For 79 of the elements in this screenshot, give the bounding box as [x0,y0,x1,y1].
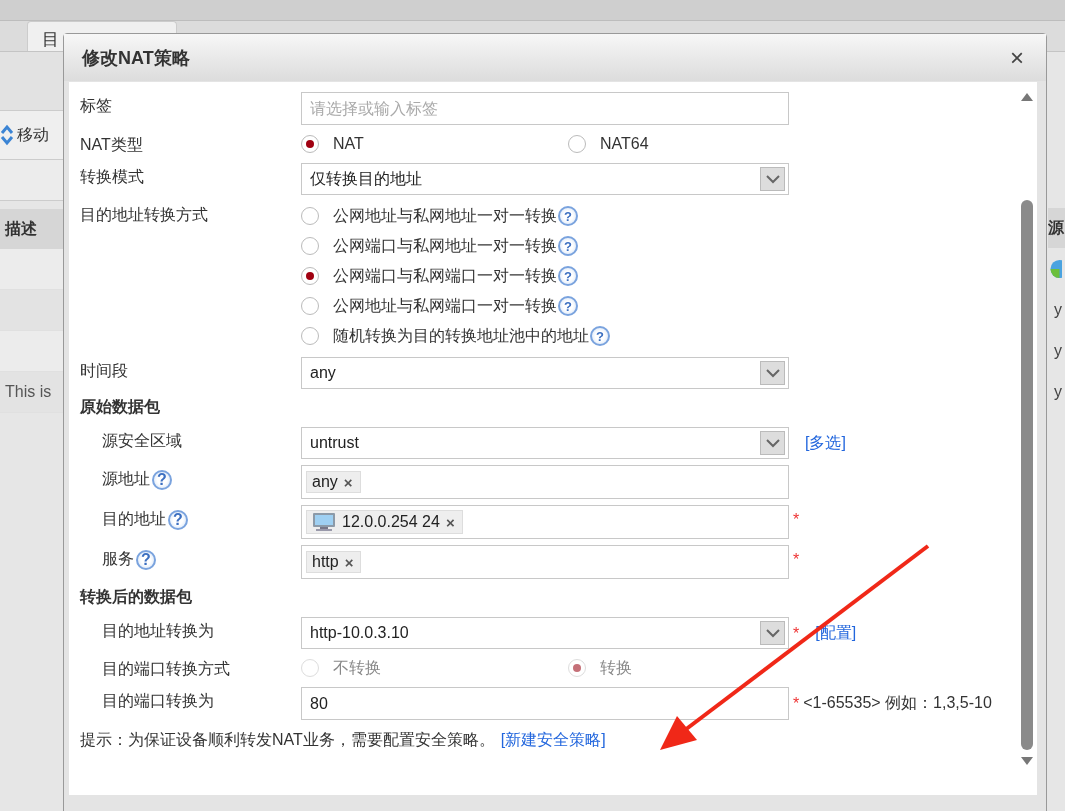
radio-label: NAT [333,135,364,153]
help-icon[interactable]: ? [558,206,578,226]
required-mark: * [793,694,800,713]
chevron-icon [765,174,780,184]
tag-input[interactable]: 请选择或输入标签 [301,92,789,125]
scroll-up-icon[interactable] [1020,92,1034,102]
dropdown[interactable]: http-10.0.3.10 [301,617,789,649]
required-mark: * [793,511,800,529]
field-label: 时间段 [80,361,128,381]
radio-button[interactable] [301,297,319,315]
link[interactable]: [多选] [793,433,846,454]
field-label: 源安全区域 [102,431,182,451]
field-label: 服务 [102,549,134,569]
field-label: 目的端口转换为 [102,691,214,711]
table-cell: This is [5,383,52,401]
tag-text: 12.0.0.254 24 [342,513,440,531]
field-label: 标签 [80,96,112,116]
radio-label: 公网端口与私网地址一对一转换 [333,235,557,256]
help-icon[interactable]: ? [590,326,610,346]
field-label: 转换模式 [80,167,144,187]
table-cell: y [1054,341,1062,360]
remove-icon[interactable]: × [344,553,354,571]
dropdown[interactable]: any [301,357,789,389]
field-label: 目的端口转换方式 [102,659,230,679]
tag-field[interactable]: any × [301,465,789,499]
table-row[interactable] [0,331,63,372]
computer-icon [312,512,336,532]
radio-label: 转换 [600,657,632,678]
column-header: 源 [1048,217,1064,238]
chevron-icon [765,368,780,378]
range-hint: <1-65535> 例如：1,3,5-10 [803,693,992,713]
table-row[interactable] [0,249,63,290]
field-label: 目的地址 [102,509,166,529]
port-input[interactable]: 80 [301,687,789,720]
help-icon[interactable]: ? [136,549,156,570]
tag-field[interactable]: 12.0.0.254 24 × [301,505,789,539]
field-label: 目的地址转换方式 [80,205,208,225]
radio-label: NAT64 [600,135,649,153]
required-mark: * [793,551,800,569]
radio-button[interactable] [301,267,319,285]
field-label: 源地址 [102,469,150,489]
dropdown[interactable]: untrust [301,427,789,459]
table-cell: y [1054,300,1062,319]
field-label: 目的地址转换为 [102,621,214,641]
radio-label: 随机转换为目的转换地址池中的地址 [333,325,589,346]
radio-label: 公网地址与私网端口一对一转换 [333,295,557,316]
help-icon[interactable]: ? [558,266,578,286]
radio-button[interactable] [301,237,319,255]
move-icon[interactable] [0,124,14,146]
radio-label: 不转换 [333,657,381,678]
chevron-icon [765,628,780,638]
radio-label: 公网端口与私网端口一对一转换 [333,265,557,286]
help-icon[interactable]: ? [558,236,578,256]
radio-button[interactable] [301,327,319,345]
radio-label: 公网地址与私网地址一对一转换 [333,205,557,226]
tag-text: http [312,553,339,571]
field-label: NAT类型 [80,135,143,155]
scroll-down-icon[interactable] [1020,756,1034,766]
radio-button[interactable] [568,135,586,153]
required-mark: * [793,624,800,643]
dropdown[interactable]: 仅转换目的地址 [301,163,789,195]
help-icon[interactable]: ? [168,509,188,530]
table-cell: y [1054,382,1062,401]
section-heading: 转换后的数据包 [80,587,193,607]
close-button[interactable]: × [1006,45,1028,70]
column-header: 描述 [5,218,37,239]
dialog-title: 修改NAT策略 [82,46,190,70]
radio-button[interactable] [301,135,319,153]
remove-icon[interactable]: × [445,513,455,531]
help-icon[interactable]: ? [152,469,172,490]
tag-text: any [312,473,338,491]
remove-icon[interactable]: × [343,473,353,491]
new-policy-link[interactable]: [新建安全策略] [494,730,606,751]
chevron-icon [765,438,780,448]
tag-field[interactable]: http × [301,545,789,579]
section-heading: 原始数据包 [80,397,161,417]
hint-text: 提示：为保证设备顺利转发NAT业务，需要配置安全策略。 [80,730,495,750]
help-icon[interactable]: ? [558,296,578,316]
radio-button[interactable] [301,207,319,225]
